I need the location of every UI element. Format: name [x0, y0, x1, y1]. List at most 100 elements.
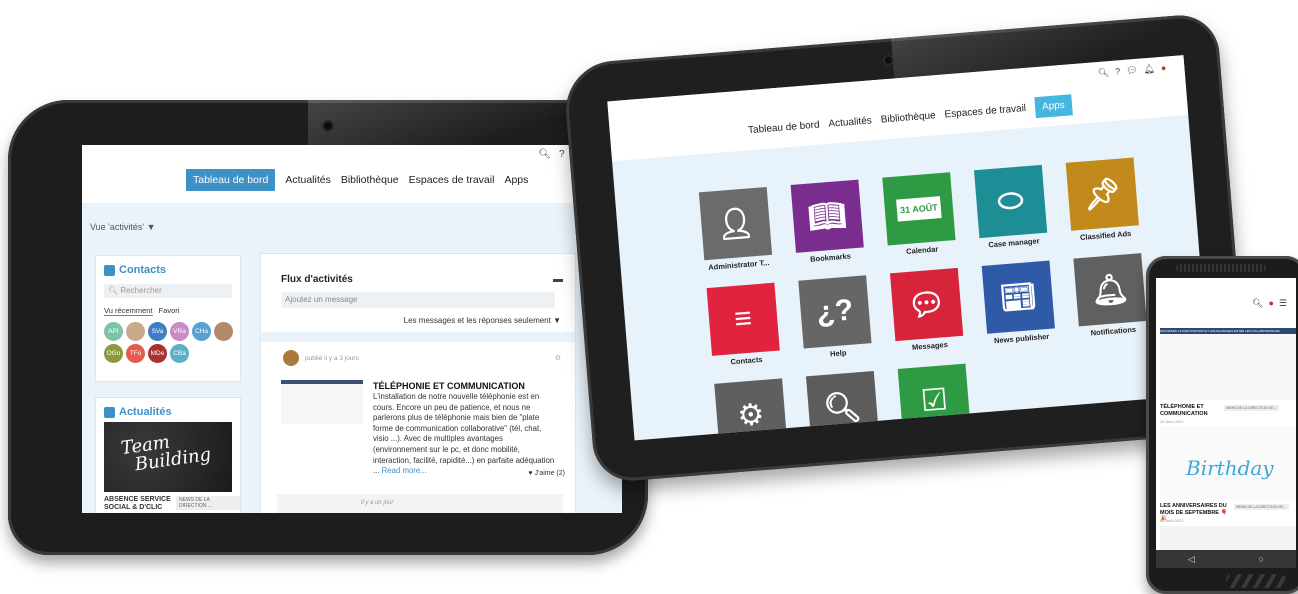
view-selector[interactable]: Vue 'activités' ▼	[90, 222, 156, 232]
nav-espaces-de-travail[interactable]: Espaces de travail	[409, 174, 495, 186]
app-tile[interactable]: 👤︎ Administrator T...	[687, 186, 785, 273]
news-icon	[104, 406, 115, 418]
contacts-search-input[interactable]: 🔍︎ Rechercher	[104, 284, 232, 298]
admin-user-icon: 👤︎	[715, 205, 756, 242]
app-tile[interactable]: ☑ Todo	[886, 363, 984, 440]
post-title[interactable]: TÉLÉPHONIE ET COMMUNICATION	[373, 381, 525, 391]
news-item-date: 24 Août 2021	[1160, 419, 1184, 424]
app-tile-icon-box[interactable]: 🔔︎	[1073, 253, 1147, 327]
app-tile[interactable]: 🔔︎ Notifications	[1061, 252, 1159, 339]
nav-bibliotheque[interactable]: Bibliothèque	[880, 110, 936, 125]
app-label: Todo	[891, 433, 983, 440]
contact-avatar[interactable]: OGo	[104, 344, 123, 363]
app-tile[interactable]: 🔍︎Search	[794, 370, 892, 441]
app-tile-icon-box[interactable]: ⬭	[973, 164, 1048, 239]
book-icon: 📖︎	[806, 198, 848, 235]
app-tile[interactable]: ⚙Preferences	[702, 377, 800, 441]
message-input[interactable]: Ajoutez un message	[281, 292, 555, 308]
news-image[interactable]: Birthday	[1160, 426, 1296, 500]
contact-avatar[interactable]	[214, 322, 233, 341]
contact-avatar[interactable]: TFo	[126, 344, 145, 363]
app-tile[interactable]: 📰︎ News publisher	[970, 260, 1068, 347]
search-icon[interactable]: 🔍︎	[1097, 67, 1115, 78]
contact-avatar[interactable]: MDe	[148, 344, 167, 363]
app-tile-icon-box[interactable]: 31 AOÛT	[882, 172, 956, 246]
phone-header: 🔍︎●☰	[1156, 278, 1296, 324]
post-thumbnail[interactable]	[281, 380, 363, 424]
post-options-icon[interactable]: ⚙	[555, 354, 561, 362]
app-tile[interactable]: 📖︎ Bookmarks	[779, 179, 877, 266]
home-icon[interactable]: ○	[1259, 554, 1264, 564]
contact-avatar[interactable]: API	[104, 322, 123, 341]
app-tile-icon-box[interactable]: 👤︎	[698, 186, 773, 261]
app-tile[interactable]: 💬︎ Messages	[878, 267, 976, 354]
app-tile[interactable]: 📌︎ Classified Ads	[1054, 157, 1152, 244]
contact-avatar[interactable]: CBa	[170, 344, 189, 363]
avatar[interactable]: ●	[1161, 62, 1173, 73]
tab-vu-recemment[interactable]: Vu récemment	[104, 306, 153, 316]
nav-tableau-de-bord[interactable]: Tableau de bord	[748, 120, 820, 137]
phone-nav-bar: ◁ ○	[1156, 550, 1296, 568]
contact-avatar[interactable]: SVa	[148, 322, 167, 341]
app-tile-icon-box[interactable]: ¿?	[798, 275, 872, 349]
news-item-title[interactable]: TÉLÉPHONIE ET COMMUNICATION	[1160, 404, 1220, 417]
news-item-title[interactable]: ABSENCE SERVICE SOCIAL & D'CLIC	[104, 496, 174, 512]
menu-icon[interactable]: ☰	[1279, 298, 1292, 308]
help-icon[interactable]: ?	[1115, 66, 1127, 77]
news-title: Actualités	[119, 406, 172, 418]
avatar[interactable]	[283, 350, 299, 366]
app-tile-icon-box[interactable]: ≡	[706, 282, 780, 356]
contact-avatar[interactable]	[126, 322, 145, 341]
nav-actualites[interactable]: Actualités	[285, 174, 331, 186]
app-tile[interactable]: 31 AOÛT Calendar	[870, 171, 968, 258]
app-tile-icon-box[interactable]: 📰︎	[981, 260, 1055, 334]
apps-grid: 👤︎ Administrator T... 📖︎ Bookmarks 31 AOÛT Ca…	[687, 157, 1167, 441]
phone-screen: 🔍︎●☰ FAVORISER LA PARTICIPATION ET LES É…	[1156, 278, 1296, 568]
contact-avatar[interactable]: CHa	[192, 322, 211, 341]
news-image[interactable]	[1160, 334, 1296, 400]
nav-bibliotheque[interactable]: Bibliothèque	[341, 174, 399, 186]
news-image[interactable]: Team Building	[104, 422, 232, 492]
post-meta: publié il y a 3 jours	[305, 355, 359, 362]
feed-title: Flux d'activités	[281, 274, 353, 285]
search-icon[interactable]: 🔍︎	[538, 149, 559, 160]
app-tile-icon-box[interactable]: 💬︎	[889, 267, 964, 342]
nav-apps[interactable]: Apps	[504, 174, 528, 186]
contact-avatar[interactable]: VRa	[170, 322, 189, 341]
speaker-grille	[1176, 264, 1266, 272]
nav-tableau-de-bord[interactable]: Tableau de bord	[186, 169, 276, 191]
nav-espaces-de-travail[interactable]: Espaces de travail	[944, 103, 1026, 121]
search-icon[interactable]: 🔍︎	[1252, 298, 1268, 308]
app-tile-icon-box[interactable]: ☑	[897, 363, 971, 437]
news-item-tag: NEWS DE LA DIRECTION GE...	[1224, 405, 1279, 411]
bell-icon[interactable]: 🔔︎	[1143, 63, 1161, 74]
header-icons: 🔍︎●☰	[1252, 298, 1292, 309]
gear-icon: ⚙	[736, 397, 766, 433]
post-timestamp: il y a un jour	[361, 500, 394, 506]
second-post: il y a un jour	[277, 494, 563, 513]
top-bar: 🔍︎?💬︎🔔︎ Tableau de bord Actualités Bibli…	[82, 145, 622, 203]
tab-favori[interactable]: Favori	[159, 306, 180, 315]
read-more-link[interactable]: Read more...	[382, 466, 427, 475]
app-tile-icon-box[interactable]: 📌︎	[1065, 157, 1139, 231]
back-icon[interactable]: ◁	[1188, 554, 1195, 565]
calendar-icon: 31 AOÛT	[896, 196, 942, 222]
collapse-icon[interactable]: ▬	[553, 274, 563, 285]
app-tile[interactable]: ⬭ Case manager	[962, 164, 1060, 251]
avatar[interactable]: ●	[1268, 298, 1278, 308]
birthday-image-text: Birthday	[1186, 456, 1274, 480]
app-tile-icon-box[interactable]: 🔍︎	[805, 370, 880, 441]
feed-filter[interactable]: Les messages et les réponses seulement ▼	[404, 316, 561, 325]
like-button[interactable]: ♥ J'aime (2)	[528, 470, 565, 477]
nav-actualites[interactable]: Actualités	[828, 115, 872, 129]
tablet-right-screen: 🔍︎?💬︎🔔︎● Tableau de bord Actualités Bibl…	[607, 55, 1211, 441]
nav-apps[interactable]: Apps	[1034, 94, 1073, 119]
app-tile[interactable]: ¿? Help	[786, 274, 884, 361]
app-tile[interactable]: ≡ Contacts	[695, 282, 793, 369]
post-body: L'installation de notre nouvelle télépho…	[373, 392, 555, 476]
app-tile-icon-box[interactable]: 📖︎	[790, 179, 864, 253]
tablet-left-screen: 🔍︎?💬︎🔔︎ Tableau de bord Actualités Bibli…	[82, 145, 622, 513]
chat-icon[interactable]: 💬︎	[1126, 64, 1144, 75]
app-tile-icon-box[interactable]: ⚙	[714, 378, 788, 441]
contacts-icon	[104, 264, 115, 276]
